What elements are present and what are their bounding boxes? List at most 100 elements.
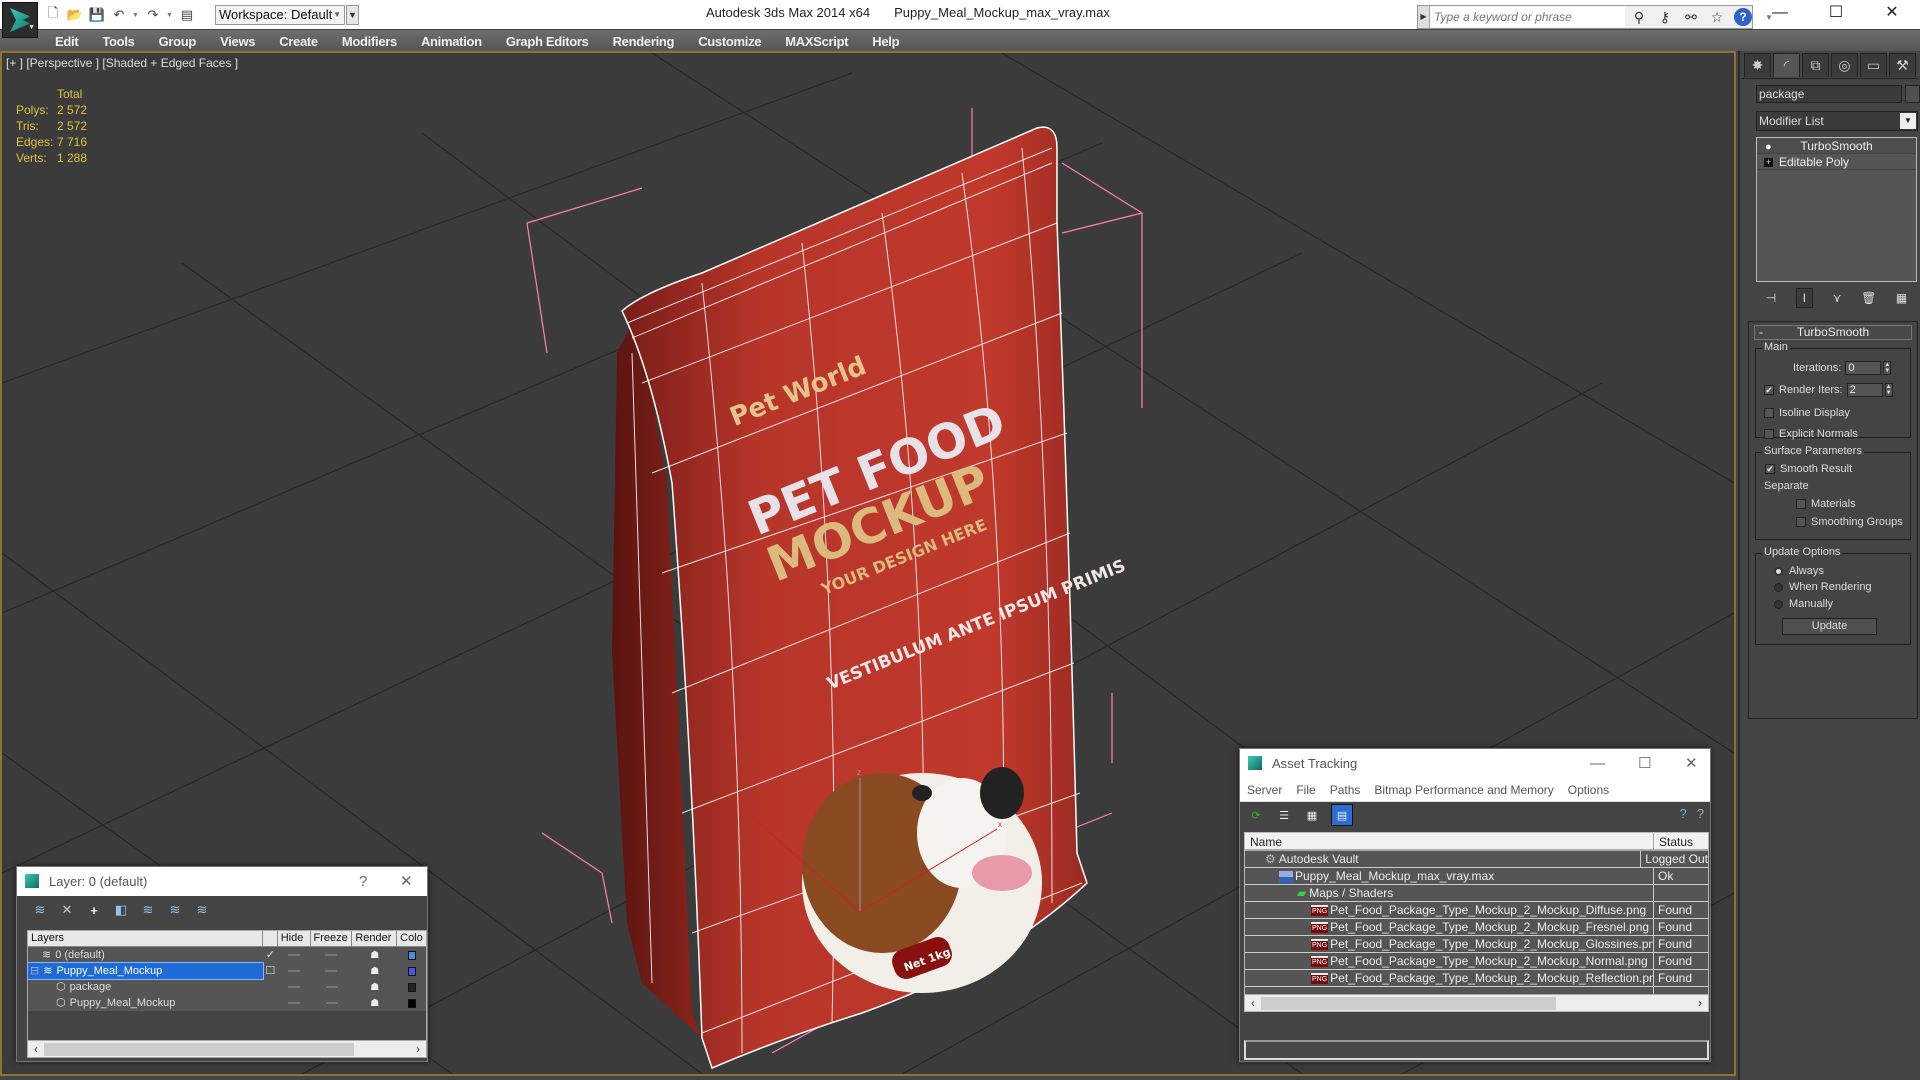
asset-row[interactable]: ▰ Maps / Shaders: [1245, 885, 1708, 902]
render-toggle[interactable]: ☗: [352, 947, 397, 963]
col-hide[interactable]: Hide: [278, 931, 311, 946]
thumbnail-view-icon[interactable]: ▦: [1303, 806, 1321, 824]
menu-tools[interactable]: Tools: [90, 34, 146, 49]
active-layer-toggle[interactable]: ☐: [263, 963, 278, 979]
refresh-icon[interactable]: ⟳: [1247, 806, 1265, 824]
asset-dialog-titlebar[interactable]: Asset Tracking — ☐ ✕: [1240, 749, 1710, 778]
create-tab[interactable]: ✸: [1744, 53, 1771, 77]
hide-toggle[interactable]: [278, 963, 311, 979]
freeze-toggle[interactable]: [311, 979, 353, 995]
render-toggle[interactable]: ☗: [352, 979, 397, 995]
save-icon[interactable]: 💾: [88, 6, 106, 24]
layer-name-cell[interactable]: ⊟ ≋ Puppy_Meal_Mockup: [27, 962, 264, 980]
scroll-right-icon[interactable]: ›: [411, 1041, 425, 1058]
asset-menu-paths[interactable]: Paths: [1330, 783, 1361, 797]
collapse-icon[interactable]: ⊟: [30, 965, 39, 977]
binoculars-icon[interactable]: ⚲: [1630, 9, 1648, 26]
asset-row[interactable]: Puppy_Meal_Mockup_max_vray.max Ok: [1245, 868, 1708, 885]
active-layer-toggle[interactable]: [263, 979, 278, 995]
key-icon[interactable]: ⚷: [1656, 9, 1674, 26]
col-freeze[interactable]: Freeze: [311, 931, 353, 946]
make-unique-icon[interactable]: ⋎: [1833, 291, 1842, 305]
table-view-icon[interactable]: ▤: [1331, 804, 1353, 826]
when-rendering-radio[interactable]: [1774, 582, 1783, 592]
render-iters-checkbox[interactable]: ✔: [1764, 385, 1774, 395]
menu-modifiers[interactable]: Modifiers: [330, 34, 409, 49]
smoothing-groups-checkbox[interactable]: [1796, 517, 1806, 527]
scrollbar-thumb[interactable]: [1261, 997, 1556, 1010]
asset-row[interactable]: PNG Pet_Food_Package_Type_Mockup_2_Mockup…: [1245, 970, 1708, 987]
scroll-right-icon[interactable]: ›: [1693, 995, 1707, 1011]
render-toggle[interactable]: ☗: [352, 995, 397, 1011]
bulb-icon[interactable]: ●: [1765, 139, 1772, 155]
log-icon[interactable]: ?: [1697, 806, 1704, 821]
col-color[interactable]: Colo: [397, 931, 426, 946]
asset-row[interactable]: PNG Pet_Food_Package_Type_Mockup_2_Mockup…: [1245, 902, 1708, 919]
layer-color-swatch[interactable]: [397, 995, 426, 1011]
render-iters-field[interactable]: 2: [1846, 383, 1883, 397]
layer-row[interactable]: ⊟ ≋ Puppy_Meal_Mockup ☐ ☗: [27, 962, 426, 980]
asset-row[interactable]: ⚙ Autodesk Vault Logged Out: [1245, 851, 1708, 868]
horizontal-scrollbar[interactable]: ‹ ›: [1245, 994, 1708, 1011]
freeze-toggle[interactable]: [311, 995, 353, 1011]
expand-icon[interactable]: +: [1764, 158, 1773, 167]
isoline-display-checkbox[interactable]: [1764, 408, 1774, 418]
object-color-swatch[interactable]: [1905, 85, 1920, 103]
satellite-icon[interactable]: ⚯: [1682, 9, 1700, 26]
new-file-icon[interactable]: 🗋: [44, 5, 62, 24]
render-toggle[interactable]: ☗: [352, 963, 397, 979]
add-to-layer-icon[interactable]: +: [85, 903, 103, 918]
close-button[interactable]: ✕: [1685, 749, 1698, 778]
render-iters-spinner[interactable]: ▲ ▼: [1884, 383, 1893, 397]
menu-maxscript[interactable]: MAXScript: [773, 34, 860, 49]
menu-group[interactable]: Group: [147, 34, 209, 49]
customize-toolbar-button[interactable]: ▼: [346, 5, 359, 25]
maximize-button[interactable]: ☐: [1638, 749, 1651, 778]
select-layer-icon[interactable]: ≋: [139, 902, 157, 918]
hide-toggle[interactable]: [278, 995, 311, 1011]
layer-color-swatch[interactable]: [397, 979, 426, 995]
maximize-button[interactable]: ☐: [1808, 0, 1864, 28]
hide-toggle[interactable]: [278, 947, 311, 963]
layer-row[interactable]: ≋ 0 (default) ✓ ☗: [28, 947, 426, 963]
search-input[interactable]: [1431, 7, 1625, 27]
redo-dropdown-icon[interactable]: ▼: [166, 12, 174, 19]
show-end-result-icon[interactable]: I: [1795, 288, 1814, 308]
iterations-spinner[interactable]: ▲ ▼: [1883, 361, 1892, 375]
asset-row[interactable]: PNG Pet_Food_Package_Type_Mockup_2_Mockup…: [1245, 919, 1708, 936]
menu-help[interactable]: Help: [860, 34, 911, 49]
undo-icon[interactable]: ↶: [110, 6, 128, 24]
modifier-list-dropdown[interactable]: Modifier List ▼: [1756, 111, 1918, 131]
iterations-field[interactable]: 0: [1845, 361, 1882, 375]
asset-menu-file[interactable]: File: [1296, 783, 1315, 797]
menu-rendering[interactable]: Rendering: [601, 34, 687, 49]
hide-toggle[interactable]: [278, 979, 311, 995]
display-tab[interactable]: ▭: [1860, 53, 1887, 77]
highlight-selected-icon[interactable]: ≋: [166, 902, 184, 918]
workspace-dropdown[interactable]: Workspace: Default ▼: [215, 5, 345, 25]
manually-radio[interactable]: [1774, 599, 1783, 609]
hide-all-layers-icon[interactable]: ≋: [193, 902, 211, 918]
menu-edit[interactable]: Edit: [43, 34, 90, 49]
asset-path-field[interactable]: [1244, 1040, 1709, 1060]
smooth-result-checkbox[interactable]: ✔: [1765, 464, 1775, 474]
scroll-left-icon[interactable]: ‹: [1246, 995, 1260, 1011]
object-name-field[interactable]: [1756, 85, 1902, 103]
update-button[interactable]: Update: [1782, 618, 1877, 635]
col-status[interactable]: Status: [1654, 833, 1693, 849]
rollout-header[interactable]: - TurboSmooth: [1754, 325, 1912, 340]
active-layer-toggle[interactable]: ✓: [263, 947, 278, 963]
minimize-button[interactable]: —: [1752, 0, 1808, 28]
col-active[interactable]: [263, 931, 278, 946]
asset-menu-server[interactable]: Server: [1247, 783, 1282, 797]
help-button[interactable]: ?: [359, 867, 367, 896]
menu-graph-editors[interactable]: Graph Editors: [494, 34, 601, 49]
vault-help-icon[interactable]: ?: [1680, 806, 1687, 821]
stack-item-editable-poly[interactable]: + Editable Poly: [1757, 154, 1916, 170]
new-layer-icon[interactable]: ≋: [31, 902, 49, 918]
open-file-icon[interactable]: 📂: [66, 6, 84, 24]
menu-views[interactable]: Views: [208, 34, 267, 49]
materials-checkbox[interactable]: [1796, 499, 1806, 509]
layer-row[interactable]: ⬡ package ☗: [28, 979, 426, 995]
help-icon[interactable]: ?: [1734, 8, 1752, 26]
